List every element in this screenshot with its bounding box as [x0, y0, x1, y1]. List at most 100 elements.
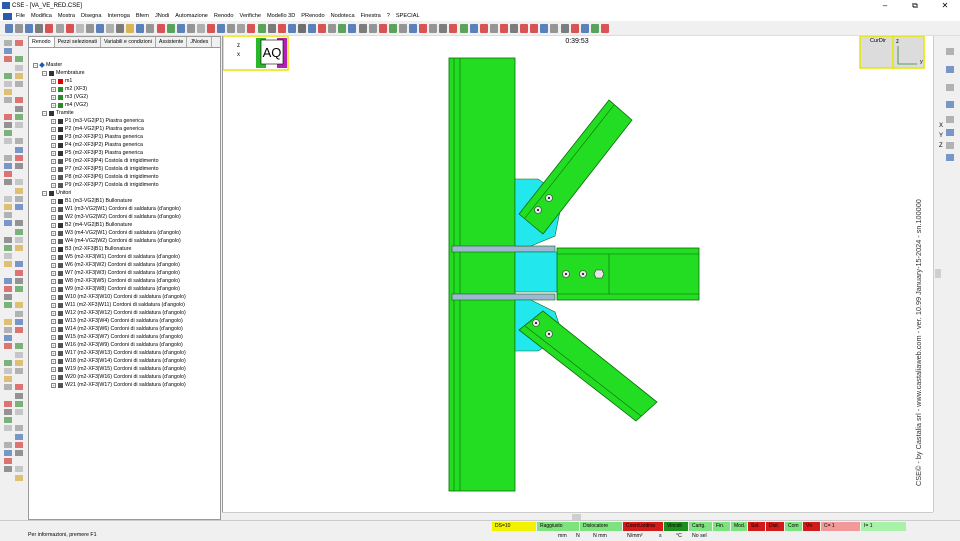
toolbar-tool-icon[interactable]	[308, 24, 316, 33]
left-tool-icon[interactable]	[15, 97, 23, 104]
left-tool-icon[interactable]	[4, 220, 12, 227]
tree-node[interactable]: + W8 (m2-XF3|W5) Cordoni di saldatura (d'…	[33, 277, 186, 285]
left-tool-icon[interactable]	[15, 302, 23, 309]
tree-expander-icon[interactable]: +	[51, 174, 56, 180]
tree-expander-icon[interactable]: +	[51, 310, 56, 316]
left-tool-icon[interactable]	[15, 56, 23, 63]
tree-expander-icon[interactable]: +	[51, 246, 56, 252]
minimize-button[interactable]: –	[870, 0, 900, 11]
tree-node[interactable]: + W7 (m2-XF3|W3) Cordoni di saldatura (d'…	[33, 269, 186, 277]
right-tool-icon[interactable]	[946, 84, 954, 91]
toolbar-tool-icon[interactable]	[217, 24, 226, 33]
left-tool-icon[interactable]	[4, 458, 12, 465]
left-tool-icon[interactable]	[4, 417, 12, 424]
toolbar-tool-icon[interactable]	[520, 24, 529, 33]
toolbar-tool-icon[interactable]	[106, 24, 114, 33]
tree-node[interactable]: − Master	[33, 61, 186, 69]
vertical-scrollbar[interactable]	[933, 36, 941, 512]
toolbar-tool-icon[interactable]	[439, 24, 448, 33]
toolbar-tool-icon[interactable]	[469, 24, 478, 33]
tree-node[interactable]: + B2 (m4-VG2|B1) Bullonature	[33, 221, 186, 229]
left-tool-icon[interactable]	[15, 286, 23, 292]
left-tool-icon[interactable]	[15, 138, 23, 145]
left-tool-icon[interactable]	[15, 72, 23, 79]
tree-expander-icon[interactable]: +	[51, 102, 56, 108]
status-indicator[interactable]: Raggiusto	[537, 522, 579, 531]
status-indicator[interactable]: Mod.	[731, 522, 747, 531]
tree-node[interactable]: + W12 (m2-XF3|W12) Cordoni di saldatura (…	[33, 309, 186, 317]
left-tool-icon[interactable]	[4, 97, 12, 104]
tree-expander-icon[interactable]: +	[51, 270, 56, 276]
tree-expander-icon[interactable]: +	[51, 366, 56, 372]
toolbar-tool-icon[interactable]	[580, 24, 589, 33]
tree-expander-icon[interactable]: +	[51, 294, 56, 300]
tree-node[interactable]: + P6 (m2-XF3|P4) Costola di irrigidimento	[33, 157, 186, 165]
toolbar-tool-icon[interactable]	[136, 24, 145, 33]
toolbar-tool-icon[interactable]	[550, 24, 559, 33]
tree-node[interactable]: + W15 (m2-XF3|W7) Cordoni di saldatura (d…	[33, 333, 186, 341]
toolbar-tool-icon[interactable]	[459, 24, 468, 33]
toolbar-tool-icon[interactable]	[368, 24, 377, 33]
tree-node[interactable]: + W19 (m2-XF3|W15) Cordoni di saldatura (…	[33, 365, 186, 373]
toolbar-tool-icon[interactable]	[398, 24, 407, 33]
left-tool-icon[interactable]	[15, 400, 23, 407]
tree-node[interactable]: + P9 (m2-XF3|P7) Costola di irrigidimento	[33, 181, 186, 189]
tree-expander-icon[interactable]: +	[51, 86, 56, 92]
tree-expander-icon[interactable]: +	[51, 374, 56, 380]
status-indicator[interactable]: Vincoli	[664, 522, 688, 531]
left-tool-icon[interactable]	[15, 146, 23, 153]
tree-node[interactable]: + W9 (m2-XF3|W8) Cordoni di saldatura (d'…	[33, 285, 186, 293]
left-tool-icon[interactable]	[4, 236, 12, 243]
toolbar-tool-icon[interactable]	[186, 24, 195, 33]
status-indicator[interactable]: Cartg.	[689, 522, 712, 531]
status-indicator[interactable]: Dist.	[766, 522, 784, 531]
left-tool-icon[interactable]	[15, 409, 23, 415]
tree-expander-icon[interactable]: +	[51, 206, 56, 212]
left-tool-icon[interactable]	[15, 195, 23, 202]
tree-expander-icon[interactable]: +	[51, 126, 56, 132]
tree-node[interactable]: + P2 (m4-VG2|P1) Piastra generica	[33, 125, 186, 133]
tree-node[interactable]: + W2 (m3-VG2|W2) Cordoni di saldatura (d'…	[33, 213, 186, 221]
status-indicator[interactable]: Com	[785, 522, 802, 531]
tree-node[interactable]: + W11 (m2-XF3|W11) Cordoni di saldatura (…	[33, 301, 186, 309]
tree-node[interactable]: + P8 (m2-XF3|P6) Costola di irrigidimento	[33, 173, 186, 181]
left-tool-icon[interactable]	[4, 48, 12, 55]
toolbar-tool-icon[interactable]	[570, 24, 579, 33]
left-tool-icon[interactable]	[15, 425, 23, 432]
tree-node[interactable]: + W5 (m2-XF3|W1) Cordoni di saldatura (d'…	[33, 253, 186, 261]
left-tool-icon[interactable]	[4, 343, 12, 350]
toolbar-tool-icon[interactable]	[55, 24, 64, 33]
tree-node[interactable]: + W21 (m2-XF3|W17) Cordoni di saldatura (…	[33, 381, 186, 389]
tree-node[interactable]: − Tramite	[33, 109, 186, 117]
tree-expander-icon[interactable]: +	[51, 198, 56, 204]
toolbar-tool-icon[interactable]	[499, 24, 508, 33]
tree-node[interactable]: + W3 (m4-VG2|W1) Cordoni di saldatura (d'…	[33, 229, 186, 237]
toolbar-tool-icon[interactable]	[318, 24, 327, 33]
tree-expander-icon[interactable]: +	[51, 334, 56, 340]
toolbar-tool-icon[interactable]	[237, 24, 246, 33]
right-tool-icon[interactable]	[946, 129, 954, 136]
tree-expander-icon[interactable]: +	[51, 342, 56, 348]
tree-node[interactable]: + W14 (m2-XF3|W6) Cordoni di saldatura (d…	[33, 325, 186, 333]
tree-expander-icon[interactable]: +	[51, 278, 56, 284]
left-tool-icon[interactable]	[4, 179, 12, 186]
toolbar-tool-icon[interactable]	[540, 24, 549, 33]
toolbar-tool-icon[interactable]	[348, 24, 357, 33]
left-tool-icon[interactable]	[4, 171, 12, 178]
tree-expander-icon[interactable]: +	[51, 166, 56, 172]
left-tool-icon[interactable]	[4, 261, 12, 268]
tree-expander-icon[interactable]: +	[51, 142, 56, 148]
menu-item[interactable]: Nodoteca	[331, 13, 355, 19]
tree-expander-icon[interactable]: −	[33, 62, 38, 68]
left-tool-icon[interactable]	[4, 318, 12, 325]
menu-item[interactable]: Disegna	[81, 13, 102, 19]
tree-expander-icon[interactable]: +	[51, 382, 56, 388]
left-tool-icon[interactable]	[15, 228, 23, 235]
left-tool-icon[interactable]	[4, 359, 12, 366]
toolbar-tool-icon[interactable]	[530, 24, 539, 33]
left-tool-icon[interactable]	[4, 130, 12, 137]
left-tool-icon[interactable]	[15, 318, 23, 325]
toolbar-tool-icon[interactable]	[247, 24, 256, 33]
left-tool-icon[interactable]	[4, 81, 12, 87]
left-tool-icon[interactable]	[4, 195, 12, 202]
